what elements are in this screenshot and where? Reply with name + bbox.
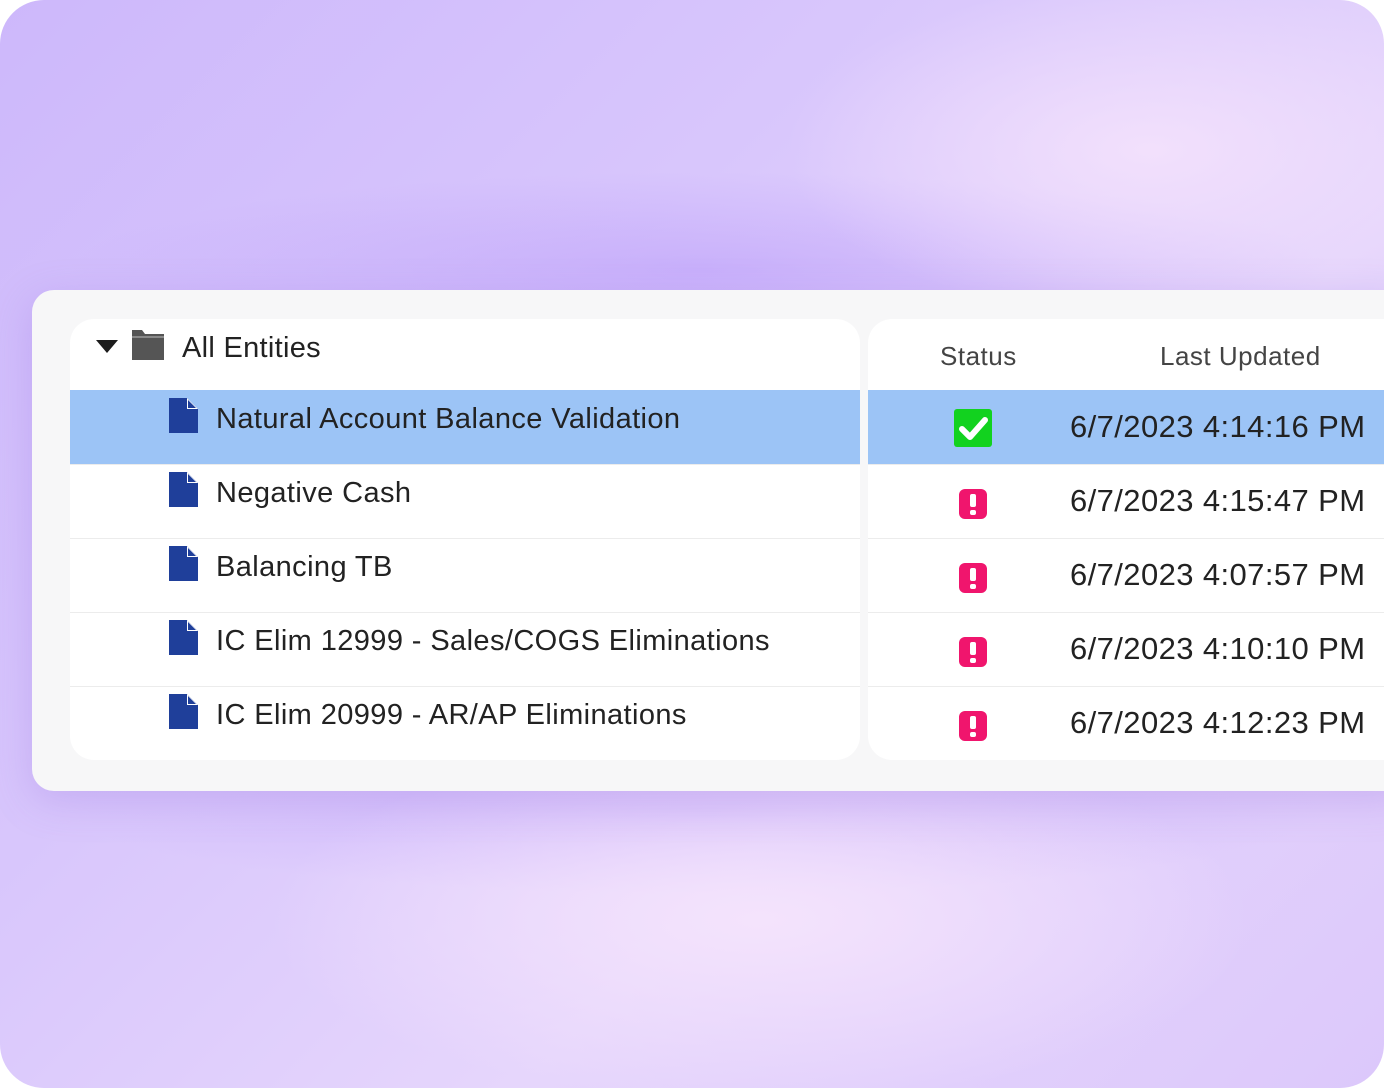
grid-row[interactable]: 6/7/2023 4:14:16 PM: [868, 390, 1384, 464]
last-updated-value: 6/7/2023 4:15:47 PM: [1070, 483, 1366, 518]
column-header-last-updated[interactable]: Last Updated: [1160, 341, 1321, 372]
last-updated-value: 6/7/2023 4:10:10 PM: [1070, 631, 1366, 666]
tree-item-label: Natural Account Balance Validation: [216, 403, 681, 435]
document-icon: [169, 472, 198, 507]
document-icon: [169, 546, 198, 581]
folder-icon: [132, 330, 164, 360]
grid-row[interactable]: 6/7/2023 4:12:23 PM: [868, 686, 1384, 760]
column-header-status[interactable]: Status: [940, 341, 1017, 372]
entity-tree: All Entities Natural Account Balance Val…: [70, 319, 860, 760]
document-icon: [169, 694, 198, 729]
tree-item-ic-elim-20999[interactable]: IC Elim 20999 - AR/AP Eliminations: [70, 686, 860, 760]
status-grid: Status Last Updated 6/7/2023 4:14:16 PM …: [868, 319, 1384, 760]
tree-item-label: Balancing TB: [216, 551, 393, 583]
tree-root-label: All Entities: [182, 332, 321, 364]
document-icon: [169, 398, 198, 433]
exclamation-icon: [959, 637, 987, 667]
tree-item-negative-cash[interactable]: Negative Cash: [70, 464, 860, 538]
document-icon: [169, 620, 198, 655]
last-updated-value: 6/7/2023 4:14:16 PM: [1070, 409, 1366, 444]
grid-header: Status Last Updated: [868, 319, 1384, 390]
tree-item-label: IC Elim 20999 - AR/AP Eliminations: [216, 699, 687, 731]
tree-item-natural-account-balance-validation[interactable]: Natural Account Balance Validation: [70, 390, 860, 464]
last-updated-value: 6/7/2023 4:12:23 PM: [1070, 705, 1366, 740]
tree-item-balancing-tb[interactable]: Balancing TB: [70, 538, 860, 612]
exclamation-icon: [959, 489, 987, 519]
validation-panel: All Entities Natural Account Balance Val…: [32, 290, 1384, 791]
exclamation-icon: [959, 563, 987, 593]
last-updated-value: 6/7/2023 4:07:57 PM: [1070, 557, 1366, 592]
tree-item-ic-elim-12999[interactable]: IC Elim 12999 - Sales/COGS Eliminations: [70, 612, 860, 686]
collapse-caret-icon[interactable]: [96, 340, 118, 353]
tree-root-row[interactable]: All Entities: [70, 319, 860, 390]
background: All Entities Natural Account Balance Val…: [0, 0, 1384, 1088]
exclamation-icon: [959, 711, 987, 741]
tree-item-label: Negative Cash: [216, 477, 412, 509]
grid-row[interactable]: 6/7/2023 4:15:47 PM: [868, 464, 1384, 538]
grid-row[interactable]: 6/7/2023 4:07:57 PM: [868, 538, 1384, 612]
grid-row[interactable]: 6/7/2023 4:10:10 PM: [868, 612, 1384, 686]
tree-item-label: IC Elim 12999 - Sales/COGS Eliminations: [216, 625, 770, 657]
check-icon: [954, 409, 992, 447]
